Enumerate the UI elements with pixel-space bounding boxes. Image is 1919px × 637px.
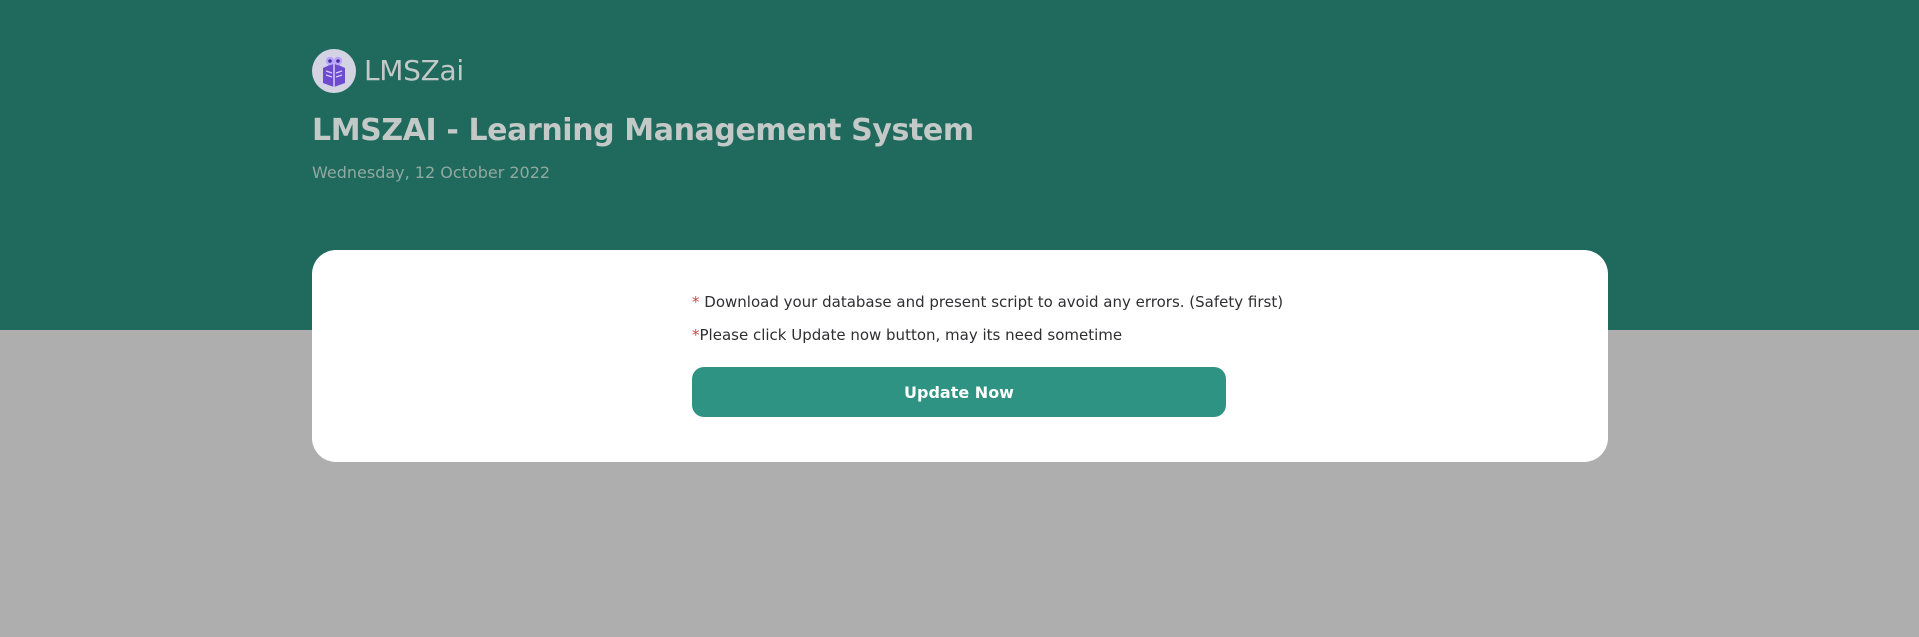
update-now-button[interactable]: Update Now [692,367,1226,417]
notice-list: * Download your database and present scr… [692,293,1283,345]
notice-backup-text: Download your database and present scrip… [704,293,1284,311]
page: LMSZai LMSZAI - Learning Management Syst… [0,0,1919,637]
notice-update: *Please click Update now button, may its… [692,326,1232,345]
brand[interactable]: LMSZai [312,49,464,93]
page-title: LMSZAI - Learning Management System [312,113,974,148]
required-marker: * [692,326,700,344]
required-marker: * [692,293,700,311]
brand-name[interactable]: LMSZai [364,57,464,85]
notice-update-text: Please click Update now button, may its … [699,326,1123,344]
book-owl-icon [312,49,356,93]
current-date: Wednesday, 12 October 2022 [312,163,551,182]
notice-backup: * Download your database and present scr… [692,293,1283,312]
update-card: * Download your database and present scr… [312,250,1608,462]
